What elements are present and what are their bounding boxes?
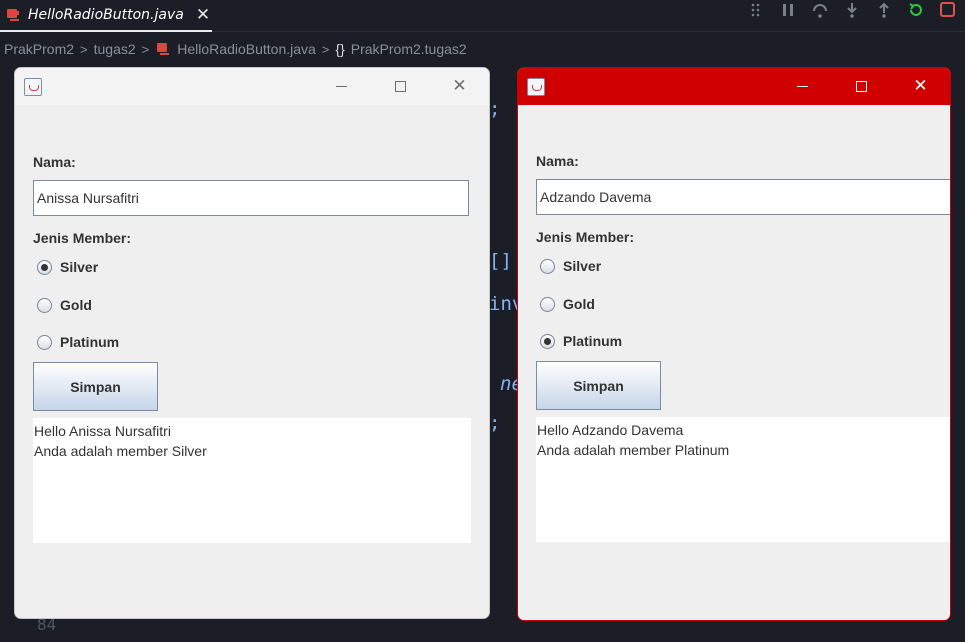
java-icon — [24, 78, 42, 96]
code-fragment: ; — [489, 98, 501, 120]
output-line: Anda adalah member Platinum — [537, 442, 730, 458]
editor-tab-label: HelloRadioButton.java — [28, 7, 184, 23]
window-titlebar[interactable]: ✕ — [15, 68, 489, 105]
maximize-button[interactable] — [371, 68, 430, 105]
minimize-icon — [336, 86, 347, 87]
breadcrumb-item[interactable]: PrakProm2 — [4, 41, 74, 57]
editor-tab-bar: HelloRadioButton.java ✕ — [0, 0, 965, 32]
member-label: Jenis Member: — [33, 230, 132, 246]
java-file-icon — [157, 43, 170, 55]
step-over-icon[interactable] — [811, 1, 829, 19]
output-area[interactable]: Hello Anissa Nursafitri Anda adalah memb… — [33, 418, 471, 543]
step-into-icon[interactable] — [843, 1, 861, 19]
debug-toolbar — [747, 0, 957, 20]
java-file-icon — [7, 9, 19, 21]
stop-icon[interactable] — [939, 1, 957, 19]
name-label: Nama: — [536, 153, 579, 169]
close-button[interactable]: ✕ — [430, 68, 489, 105]
editor-tab[interactable]: HelloRadioButton.java ✕ — [0, 0, 212, 32]
breadcrumb-item[interactable]: tugas2 — [94, 41, 136, 57]
breadcrumb-item[interactable]: PrakProm2.tugas2 — [351, 41, 467, 57]
step-out-icon[interactable] — [875, 1, 893, 19]
window-controls: ✕ — [312, 68, 489, 105]
output-line: Anda adalah member Silver — [34, 443, 207, 459]
output-area[interactable]: Hello Adzando Davema Anda adalah member … — [536, 417, 950, 542]
maximize-icon — [395, 81, 406, 92]
breadcrumb-separator: > — [141, 41, 150, 57]
radio-label: Gold — [60, 297, 92, 313]
radio-button[interactable] — [540, 333, 555, 349]
maximize-icon — [856, 81, 867, 92]
pause-icon[interactable] — [779, 1, 797, 19]
radio-label: Platinum — [563, 333, 623, 349]
breadcrumb: PrakProm2 > tugas2 > HelloRadioButton.ja… — [4, 39, 467, 59]
close-icon[interactable]: ✕ — [196, 5, 210, 25]
radio-gold[interactable]: Gold — [37, 297, 92, 313]
breadcrumb-item[interactable]: HelloRadioButton.java — [177, 41, 316, 57]
radio-label: Platinum — [60, 334, 120, 350]
java-icon — [527, 78, 545, 96]
close-icon: ✕ — [452, 76, 467, 96]
radio-button[interactable] — [540, 258, 555, 274]
simpan-button[interactable]: Simpan — [33, 362, 158, 411]
drag-handle-icon[interactable] — [747, 1, 765, 19]
radio-button[interactable] — [37, 297, 52, 313]
member-label: Jenis Member: — [536, 229, 635, 245]
name-input[interactable]: Anissa Nursafitri — [33, 180, 469, 216]
window-titlebar[interactable]: ✕ — [518, 68, 950, 105]
radio-label: Silver — [563, 258, 602, 274]
minimize-button[interactable] — [312, 68, 371, 105]
radio-silver[interactable]: Silver — [37, 259, 98, 275]
window-controls: ✕ — [773, 68, 950, 105]
code-fragment: [] — [489, 250, 512, 272]
simpan-button[interactable]: Simpan — [536, 361, 661, 410]
app-window-2: ✕ Nama: Adzando Davema Jenis Member: Sil… — [517, 67, 951, 621]
restart-icon[interactable] — [907, 1, 925, 19]
code-fragment: ; — [489, 412, 501, 434]
breadcrumb-separator: > — [80, 41, 88, 57]
radio-button[interactable] — [37, 334, 52, 350]
radio-platinum[interactable]: Platinum — [37, 334, 119, 350]
radio-button[interactable] — [540, 296, 555, 312]
maximize-button[interactable] — [832, 68, 891, 105]
breadcrumb-separator: > — [321, 41, 330, 57]
braces-icon: {} — [335, 41, 345, 57]
close-button[interactable]: ✕ — [891, 68, 950, 105]
radio-button[interactable] — [37, 259, 52, 275]
radio-label: Gold — [563, 296, 595, 312]
radio-gold[interactable]: Gold — [540, 296, 595, 312]
app-window-1: ✕ Nama: Anissa Nursafitri Jenis Member: … — [14, 67, 490, 619]
name-label: Nama: — [33, 154, 76, 170]
minimize-button[interactable] — [773, 68, 832, 105]
minimize-icon — [797, 86, 808, 87]
radio-platinum[interactable]: Platinum — [540, 333, 622, 349]
close-icon: ✕ — [913, 76, 928, 96]
radio-silver[interactable]: Silver — [540, 258, 601, 274]
output-line: Hello Adzando Davema — [537, 422, 684, 438]
output-line: Hello Anissa Nursafitri — [34, 423, 171, 439]
radio-label: Silver — [60, 259, 99, 275]
name-input[interactable]: Adzando Davema — [536, 179, 950, 215]
